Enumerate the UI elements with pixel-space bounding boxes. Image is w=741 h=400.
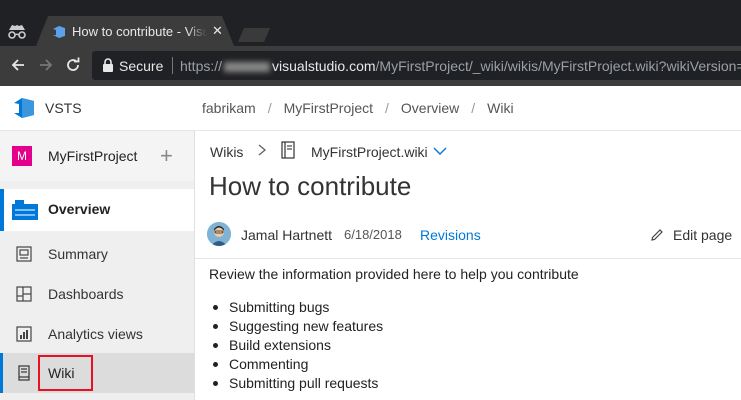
analytics-icon [16, 326, 32, 342]
add-button[interactable]: + [160, 143, 173, 169]
sidebar-item-label: Overview [48, 201, 111, 217]
sidebar: M MyFirstProject + Overview Summary Dash… [0, 131, 194, 400]
pencil-icon[interactable] [650, 228, 664, 242]
dashboards-icon [16, 286, 32, 302]
summary-icon [16, 246, 32, 262]
reload-icon[interactable] [64, 56, 82, 74]
address-bar[interactable]: Secure https:// visualstudio.com/MyFirstP… [92, 51, 741, 80]
sidebar-item-wiki[interactable]: Wiki [0, 353, 194, 393]
incognito-icon [8, 25, 26, 39]
author-name: Jamal Hartnett [241, 227, 333, 243]
forward-arrow-icon[interactable] [37, 56, 55, 74]
address-divider [172, 57, 173, 74]
wiki-book-icon [281, 141, 295, 159]
list-item: Build extensions [209, 336, 383, 355]
brand-name[interactable]: VSTS [45, 100, 82, 116]
chevron-right-icon [258, 144, 267, 156]
chevron-down-icon[interactable] [433, 147, 447, 156]
project-name[interactable]: MyFirstProject [48, 148, 137, 164]
url-path: /MyFirstProject/_wiki/wikis/MyFirstProje… [375, 58, 741, 74]
breadcrumb-project[interactable]: MyFirstProject [284, 100, 373, 116]
person-icon [207, 222, 231, 246]
lock-icon [103, 58, 113, 72]
list-item: Submitting bugs [209, 298, 383, 317]
breadcrumb: fabrikam / MyFirstProject / Overview / Wiki [202, 100, 514, 116]
breadcrumb-organization[interactable]: fabrikam [202, 100, 256, 116]
page-date: 6/18/2018 [344, 227, 402, 242]
wiki-selector[interactable]: MyFirstProject.wiki [311, 144, 428, 160]
active-browser-tab[interactable]: How to contribute - Visual Studio ✕ [36, 16, 234, 46]
revisions-link[interactable]: Revisions [420, 227, 481, 243]
redacted-account [224, 62, 271, 73]
edit-page-button[interactable]: Edit page [673, 227, 732, 243]
breadcrumb-separator: / [471, 100, 476, 116]
list-item: Submitting pull requests [209, 374, 383, 393]
wiki-highlight-box [38, 355, 93, 391]
sidebar-item-overview[interactable]: Overview [0, 189, 194, 231]
sidebar-item-analytics-views[interactable]: Analytics views [0, 314, 194, 354]
browser-toolbar: Secure https:// visualstudio.com/MyFirstP… [0, 46, 741, 86]
overview-icon [12, 200, 38, 220]
project-avatar: M [12, 146, 32, 166]
sidebar-item-label: Dashboards [48, 286, 124, 302]
url-text: https:// visualstudio.com/MyFirstProject/… [180, 58, 741, 74]
url-host: visualstudio.com [272, 58, 376, 74]
sidebar-item-summary[interactable]: Summary [0, 234, 194, 274]
vsts-favicon-icon [52, 25, 66, 39]
divider [195, 258, 741, 259]
app-header: VSTS fabrikam / MyFirstProject / Overview / Wi… [0, 86, 741, 131]
tab-close-button[interactable]: ✕ [212, 23, 223, 39]
tab-title: How to contribute - Visual Studio [72, 24, 207, 39]
page-title: How to contribute [209, 171, 412, 201]
intro-text: Review the information provided here to … [209, 266, 579, 282]
contribution-list: Submitting bugs Suggesting new features … [209, 298, 383, 393]
breadcrumb-separator: / [385, 100, 389, 116]
secure-label: Secure [119, 58, 164, 74]
main-content: Wikis MyFirstProject.wiki How to contrib… [194, 131, 741, 400]
sidebar-item-label: Analytics views [48, 326, 143, 342]
breadcrumb-wiki[interactable]: Wiki [487, 100, 513, 116]
new-tab-button[interactable] [238, 28, 270, 42]
browser-tab-bar: How to contribute - Visual Studio ✕ [0, 0, 741, 46]
wiki-icon [18, 365, 30, 381]
breadcrumb-overview[interactable]: Overview [401, 100, 459, 116]
breadcrumb-separator: / [267, 100, 272, 116]
project-selector[interactable]: M MyFirstProject + [0, 131, 194, 181]
list-item: Suggesting new features [209, 317, 383, 336]
sidebar-item-label: Summary [48, 246, 108, 262]
url-scheme: https:// [180, 58, 223, 74]
sidebar-item-dashboards[interactable]: Dashboards [0, 274, 194, 314]
vsts-logo-icon[interactable] [13, 97, 35, 119]
back-arrow-icon[interactable] [9, 56, 27, 74]
page-meta: Jamal Hartnett 6/18/2018 Revisions Edit … [195, 219, 741, 255]
avatar [207, 222, 231, 246]
wikis-link[interactable]: Wikis [210, 144, 243, 160]
list-item: Commenting [209, 355, 383, 374]
